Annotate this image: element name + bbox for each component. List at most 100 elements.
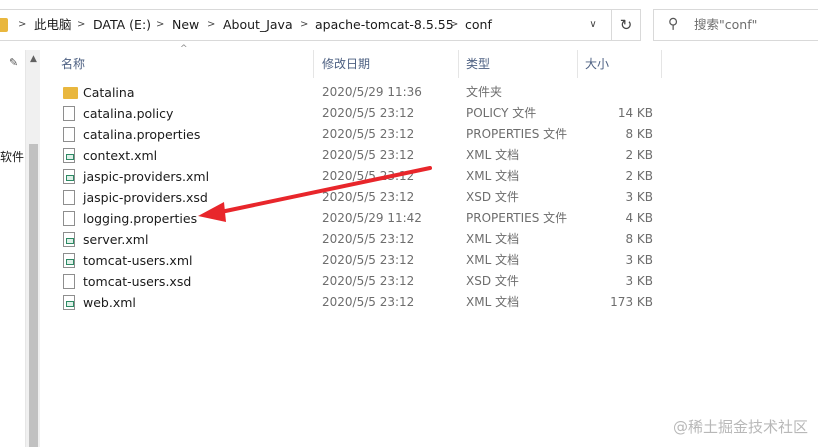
xml-file-icon bbox=[63, 169, 75, 184]
file-date: 2020/5/5 23:12 bbox=[322, 148, 415, 162]
file-date: 2020/5/5 23:12 bbox=[322, 106, 415, 120]
column-divider[interactable] bbox=[661, 50, 662, 78]
file-icon bbox=[63, 106, 75, 121]
file-type: POLICY 文件 bbox=[466, 106, 537, 120]
file-date: 2020/5/5 23:12 bbox=[322, 232, 415, 246]
file-name: jaspic-providers.xsd bbox=[83, 190, 208, 205]
column-header-date[interactable]: 修改日期 bbox=[322, 53, 370, 75]
file-size: 14 KB bbox=[617, 106, 653, 120]
file-date: 2020/5/5 23:12 bbox=[322, 295, 415, 309]
file-type: XSD 文件 bbox=[466, 190, 519, 204]
folder-icon bbox=[63, 87, 78, 99]
address-toolbar: > 此电脑 > DATA (E:) > New > About_Java > a… bbox=[0, 0, 818, 50]
nav-scrollbar[interactable]: ▲ bbox=[25, 50, 40, 447]
file-date: 2020/5/5 23:12 bbox=[322, 190, 415, 204]
breadcrumb-separator[interactable]: > bbox=[77, 10, 85, 40]
file-type: XML 文档 bbox=[466, 169, 520, 183]
file-date: 2020/5/5 23:12 bbox=[322, 169, 415, 183]
nav-item-label[interactable]: 软件: bbox=[0, 148, 26, 165]
file-date: 2020/5/5 23:12 bbox=[322, 274, 415, 288]
file-name: Catalina bbox=[83, 85, 135, 100]
file-type: XML 文档 bbox=[466, 148, 520, 162]
file-icon bbox=[63, 274, 75, 289]
file-name: tomcat-users.xml bbox=[83, 253, 193, 268]
file-row[interactable]: tomcat-users.xsd 2020/5/5 23:12 XSD 文件 3… bbox=[55, 271, 665, 292]
breadcrumb-data-drive[interactable]: DATA (E:) bbox=[93, 10, 151, 40]
xml-file-icon bbox=[63, 232, 75, 247]
file-row[interactable]: jaspic-providers.xml 2020/5/5 23:12 XML … bbox=[55, 166, 665, 187]
file-size: 2 KB bbox=[625, 148, 653, 162]
column-divider[interactable] bbox=[577, 50, 578, 78]
file-name: context.xml bbox=[83, 148, 158, 163]
column-header-size[interactable]: 大小 bbox=[585, 53, 609, 75]
file-icon bbox=[63, 127, 75, 142]
file-size: 8 KB bbox=[625, 127, 653, 141]
file-row[interactable]: server.xml 2020/5/5 23:12 XML 文档 8 KB bbox=[55, 229, 665, 250]
address-history-dropdown[interactable]: ∨ bbox=[578, 10, 608, 40]
pin-icon[interactable]: ✎ bbox=[9, 56, 18, 69]
file-date: 2020/5/29 11:36 bbox=[322, 85, 422, 99]
breadcrumb-separator[interactable]: > bbox=[450, 10, 458, 40]
file-row[interactable]: web.xml 2020/5/5 23:12 XML 文档 173 KB bbox=[55, 292, 665, 313]
file-icon bbox=[63, 211, 75, 226]
scroll-up-icon[interactable]: ▲ bbox=[26, 54, 41, 64]
breadcrumb-this-pc[interactable]: 此电脑 bbox=[34, 10, 72, 40]
file-name: server.xml bbox=[83, 232, 149, 247]
file-type: XML 文档 bbox=[466, 253, 520, 267]
file-size: 3 KB bbox=[625, 253, 653, 267]
file-size: 4 KB bbox=[625, 211, 653, 225]
search-icon: ⚲ bbox=[668, 16, 679, 32]
file-size: 173 KB bbox=[610, 295, 653, 309]
folder-icon bbox=[0, 18, 8, 32]
xml-file-icon bbox=[63, 148, 75, 163]
file-date: 2020/5/5 23:12 bbox=[322, 253, 415, 267]
breadcrumb-apache-tomcat[interactable]: apache-tomcat-8.5.55 bbox=[315, 10, 454, 40]
xml-file-icon bbox=[63, 295, 75, 310]
file-type: PROPERTIES 文件 bbox=[466, 127, 568, 141]
sort-ascending-icon: ^ bbox=[180, 44, 188, 54]
breadcrumb-separator[interactable]: > bbox=[156, 10, 164, 40]
breadcrumb-conf[interactable]: conf bbox=[465, 10, 492, 40]
file-name: catalina.policy bbox=[83, 106, 174, 121]
address-bar[interactable]: > 此电脑 > DATA (E:) > New > About_Java > a… bbox=[0, 9, 612, 41]
column-divider[interactable] bbox=[458, 50, 459, 78]
file-row-logging-properties[interactable]: logging.properties 2020/5/29 11:42 PROPE… bbox=[55, 208, 665, 229]
file-type: 文件夹 bbox=[466, 85, 503, 99]
refresh-button[interactable]: ↻ bbox=[611, 9, 641, 41]
file-row[interactable]: context.xml 2020/5/5 23:12 XML 文档 2 KB bbox=[55, 145, 665, 166]
breadcrumb-new[interactable]: New bbox=[172, 10, 199, 40]
watermark: @稀土掘金技术社区 bbox=[672, 418, 808, 436]
file-row[interactable]: catalina.policy 2020/5/5 23:12 POLICY 文件… bbox=[55, 103, 665, 124]
column-divider[interactable] bbox=[313, 50, 314, 78]
file-row[interactable]: tomcat-users.xml 2020/5/5 23:12 XML 文档 3… bbox=[55, 250, 665, 271]
file-icon bbox=[63, 190, 75, 205]
file-type: PROPERTIES 文件 bbox=[466, 211, 568, 225]
column-header-name[interactable]: 名称 bbox=[61, 53, 85, 75]
scrollbar-thumb[interactable] bbox=[29, 144, 38, 447]
file-row[interactable]: jaspic-providers.xsd 2020/5/5 23:12 XSD … bbox=[55, 187, 665, 208]
file-date: 2020/5/5 23:12 bbox=[322, 127, 415, 141]
file-size: 2 KB bbox=[625, 169, 653, 183]
search-placeholder[interactable]: 搜索"conf" bbox=[694, 10, 757, 40]
breadcrumb-separator[interactable]: > bbox=[300, 10, 308, 40]
breadcrumb-about-java[interactable]: About_Java bbox=[223, 10, 293, 40]
file-type: XSD 文件 bbox=[466, 274, 519, 288]
search-box[interactable]: ⚲ 搜索"conf" bbox=[653, 9, 818, 41]
file-type: XML 文档 bbox=[466, 232, 520, 246]
navigation-pane: ✎ 软件: ▲ bbox=[0, 50, 40, 447]
refresh-icon: ↻ bbox=[619, 16, 633, 34]
file-size: 3 KB bbox=[625, 274, 653, 288]
file-row[interactable]: catalina.properties 2020/5/5 23:12 PROPE… bbox=[55, 124, 665, 145]
file-row[interactable]: Catalina 2020/5/29 11:36 文件夹 bbox=[55, 82, 665, 103]
breadcrumb-separator[interactable]: > bbox=[18, 10, 26, 40]
file-date: 2020/5/29 11:42 bbox=[322, 211, 422, 225]
file-name: jaspic-providers.xml bbox=[83, 169, 210, 184]
file-name: tomcat-users.xsd bbox=[83, 274, 192, 289]
xml-file-icon bbox=[63, 253, 75, 268]
column-header-type[interactable]: 类型 bbox=[466, 53, 490, 75]
file-name: web.xml bbox=[83, 295, 136, 310]
file-name: logging.properties bbox=[83, 211, 198, 226]
breadcrumb-separator[interactable]: > bbox=[207, 10, 215, 40]
file-name: catalina.properties bbox=[83, 127, 201, 142]
file-size: 8 KB bbox=[625, 232, 653, 246]
